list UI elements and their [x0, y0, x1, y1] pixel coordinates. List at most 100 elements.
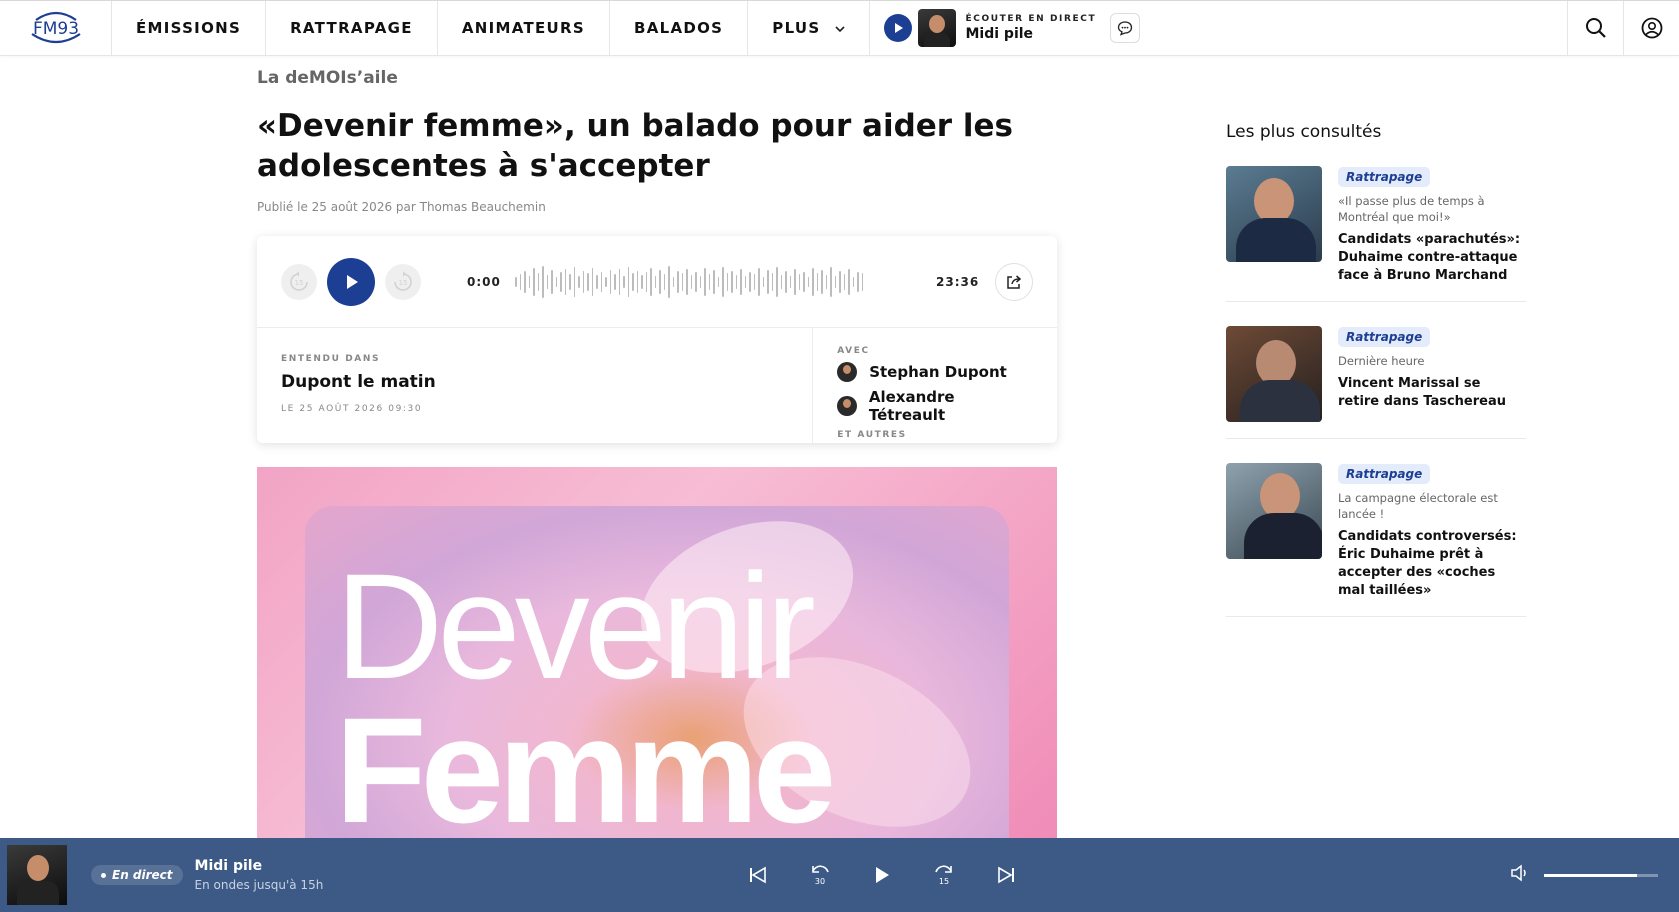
skip-next-icon: [998, 866, 1014, 884]
bottom-player: En direct Midi pile En ondes jusqu'à 15h…: [0, 838, 1679, 912]
waveform-bar: [722, 266, 724, 297]
now-playing-show: Midi pile: [194, 858, 263, 874]
most-viewed-item[interactable]: Rattrapage Dernière heure Vincent Mariss…: [1226, 302, 1526, 439]
audio-controls: 15 15 0:00 23:36: [257, 236, 1057, 328]
share-button[interactable]: [995, 262, 1033, 301]
volume-button[interactable]: [1510, 864, 1530, 886]
waveform-bar: [641, 274, 643, 289]
waveform-bar: [578, 275, 580, 288]
waveform-bar: [744, 275, 746, 288]
heard-in: ENTENDU DANS Dupont le matin LE 25 AOÛT …: [257, 328, 814, 443]
waveform-bar: [605, 276, 607, 287]
article-category[interactable]: La deMOIs’aile: [257, 68, 1057, 88]
svg-text:30: 30: [815, 877, 825, 886]
waveform-bar: [695, 271, 697, 292]
live-text: ÉCOUTER EN DIRECT Midi pile: [966, 14, 1097, 42]
host-avatar: [837, 362, 858, 382]
live-listen[interactable]: ÉCOUTER EN DIRECT Midi pile: [870, 1, 1155, 55]
user-icon: [1641, 17, 1662, 39]
waveform-scrubber[interactable]: [515, 262, 920, 302]
article-byline: Publié le 25 août 2026 par Thomas Beauch…: [257, 200, 546, 214]
host-avatar: [917, 9, 956, 47]
nav-item-rattrapage[interactable]: RATTRAPAGE: [266, 1, 438, 55]
nav-label: ANIMATEURS: [461, 19, 585, 37]
host-link[interactable]: Stephan Dupont: [837, 362, 1033, 382]
search-button[interactable]: [1567, 1, 1623, 55]
host-link[interactable]: Alexandre Tétreault: [837, 388, 1033, 424]
live-play-button[interactable]: [883, 14, 912, 42]
previous-button[interactable]: [744, 861, 772, 889]
waveform-bar: [555, 276, 557, 287]
category-tag: Rattrapage: [1338, 464, 1431, 484]
nav-label: ÉMISSIONS: [136, 19, 242, 37]
waveform-bar: [776, 266, 778, 297]
waveform-bar: [713, 269, 715, 294]
chat-icon: [1118, 21, 1133, 36]
chevron-down-icon: [834, 19, 845, 37]
live-kicker: ÉCOUTER EN DIRECT: [965, 14, 1097, 24]
waveform-bar: [645, 271, 647, 292]
waveform-bar: [762, 276, 764, 287]
sidebar-title: Les plus consultés: [1226, 122, 1382, 142]
most-viewed-item[interactable]: Rattrapage «Il passe plus de temps à Mon…: [1226, 142, 1526, 302]
heard-in-show[interactable]: Dupont le matin: [281, 372, 788, 392]
skip-forward-button[interactable]: 15: [385, 263, 421, 300]
volume-control: [1510, 838, 1658, 912]
article-thumbnail: [1226, 166, 1322, 262]
item-subtitle: La campagne électorale est lancée !: [1338, 491, 1498, 521]
skip-back-button[interactable]: 15: [281, 263, 317, 300]
forward-15-icon: 15: [935, 865, 952, 886]
waveform-bar: [735, 274, 737, 289]
nav-item-balados[interactable]: BALADOS: [610, 1, 749, 55]
rewind-30-icon: 30: [812, 865, 829, 886]
waveform-bar: [533, 267, 535, 296]
waveform-bar: [699, 275, 701, 288]
waveform-bar: [623, 275, 625, 288]
play-button[interactable]: [868, 861, 896, 889]
nav-label: RATTRAPAGE: [290, 19, 413, 37]
show-thumbnail[interactable]: [7, 845, 67, 905]
total-time: 23:36: [936, 274, 980, 289]
volume-slider[interactable]: [1544, 873, 1658, 877]
item-text: Rattrapage La campagne électorale est la…: [1338, 463, 1526, 600]
waveform-bar: [618, 268, 620, 295]
most-viewed-item[interactable]: Rattrapage La campagne électorale est la…: [1226, 439, 1526, 617]
chat-button[interactable]: [1110, 13, 1141, 43]
waveform-bar: [785, 270, 787, 293]
waveform-bar: [537, 272, 539, 291]
category-tag: Rattrapage: [1338, 167, 1431, 187]
article: La deMOIs’aile «Devenir femme», un balad…: [257, 56, 1057, 840]
hero-title-line2: Femme: [335, 686, 836, 840]
nav-item-plus[interactable]: PLUS: [748, 1, 870, 55]
now-playing: Midi pile En ondes jusqu'à 15h: [195, 858, 324, 892]
episode-meta: ENTENDU DANS Dupont le matin LE 25 AOÛT …: [257, 328, 1057, 443]
nav-item-animateurs[interactable]: ANIMATEURS: [438, 1, 610, 55]
waveform-bar: [758, 267, 760, 296]
nav-label: PLUS: [772, 19, 821, 37]
waveform-bar: [749, 271, 751, 292]
fm93-logo[interactable]: FM93: [0, 1, 112, 55]
rewind-button[interactable]: 30: [806, 861, 834, 889]
waveform-bar: [515, 276, 517, 287]
play-button[interactable]: [327, 257, 375, 306]
audio-player-card: 15 15 0:00 23:36 ENTENDU DANS Dupont le …: [257, 236, 1057, 443]
host-avatar: [837, 396, 857, 416]
next-button[interactable]: [992, 861, 1020, 889]
item-headline: Candidats controversés: Éric Duhaime prê…: [1338, 529, 1517, 598]
waveform-bar: [848, 268, 850, 295]
waveform-bar: [681, 272, 683, 291]
waveform-bar: [726, 272, 728, 291]
nav-item-emissions[interactable]: ÉMISSIONS: [112, 1, 267, 55]
item-headline: Candidats «parachutés»: Duhaime contre-a…: [1338, 232, 1521, 283]
forward-button[interactable]: 15: [930, 861, 958, 889]
transport-controls: 30 15: [744, 838, 1020, 912]
waveform-bar: [551, 269, 553, 294]
waveform-bar: [582, 270, 584, 293]
waveform-bar: [528, 275, 530, 288]
waveform-bar: [519, 273, 521, 290]
account-button[interactable]: [1623, 1, 1679, 55]
and-others: ET AUTRES: [837, 430, 907, 440]
waveform-bar: [650, 267, 652, 296]
svg-text:15: 15: [939, 877, 949, 886]
svg-text:15: 15: [295, 279, 304, 287]
